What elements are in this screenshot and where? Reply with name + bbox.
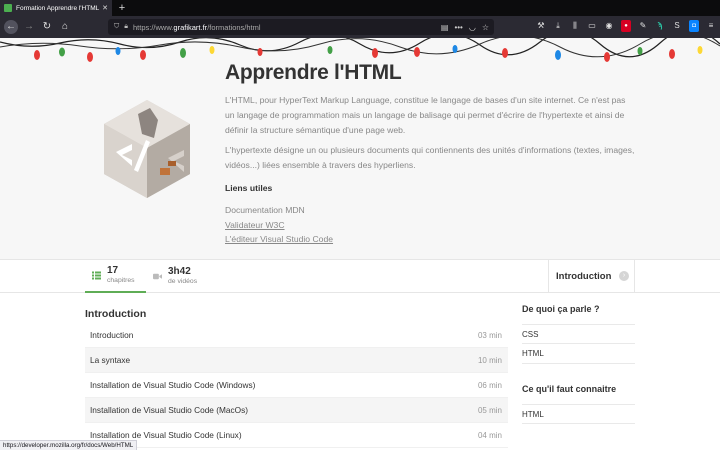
chapter-duration: 04 min bbox=[477, 430, 502, 440]
grafikart-favicon-icon bbox=[4, 4, 12, 12]
link-mdn-documentation[interactable]: Documentation MDN bbox=[225, 205, 305, 215]
list-item[interactable]: Installation de Visual Studio Code (Wind… bbox=[85, 373, 508, 398]
sidebar-icon[interactable]: ▭ bbox=[587, 20, 597, 32]
toolbar-icons: ⚒ ⤓ ⫼ ▭ ◉ ● ✎ ϡ S ◘ ≡ bbox=[536, 20, 716, 32]
course-description-secondary: L'hypertexte désigne un ou plusieurs doc… bbox=[225, 145, 635, 170]
video-duration: 3h42 de vidéos bbox=[153, 260, 233, 293]
list-item[interactable]: La syntaxe 10 min bbox=[85, 348, 508, 373]
tools-icon[interactable]: ⚒ bbox=[536, 20, 546, 32]
page-title: Apprendre l'HTML bbox=[225, 61, 402, 84]
duration-value: 3h42 bbox=[168, 266, 191, 277]
account-icon[interactable]: ◉ bbox=[604, 20, 614, 32]
close-icon[interactable]: ✕ bbox=[102, 4, 108, 12]
tab-title: Formation Apprendre l'HTML | Gr bbox=[16, 4, 100, 12]
chapters-count: 17 bbox=[107, 265, 119, 276]
video-camera-icon bbox=[153, 273, 162, 280]
topics-panel: De quoi ça parle ? CSS HTML bbox=[522, 304, 635, 364]
list-item[interactable]: Installation de Visual Studio Code (Linu… bbox=[85, 423, 508, 448]
prerequisite-link-html[interactable]: HTML bbox=[522, 404, 635, 424]
list-item[interactable]: Introduction 03 min bbox=[85, 323, 508, 348]
tracking-shield-icon[interactable]: ⛉ bbox=[114, 23, 119, 31]
duration-label: de vidéos bbox=[168, 278, 198, 285]
url-bar[interactable]: ⛉ 🔒︎ https://www.grafikart.fr/formations… bbox=[108, 19, 494, 35]
tab-bar: Formation Apprendre l'HTML | Gr ✕ + bbox=[0, 0, 720, 16]
back-button[interactable]: ← bbox=[4, 20, 18, 34]
extension-blue-icon[interactable]: ◘ bbox=[689, 20, 699, 32]
link-status-bar: https://developer.mozilla.org/fr/docs/We… bbox=[0, 440, 138, 450]
reload-button[interactable]: ↻ bbox=[40, 20, 54, 34]
course-hero: Apprendre l'HTML L'HTML, pour HyperText … bbox=[0, 38, 720, 260]
eyedropper-icon[interactable]: ✎ bbox=[638, 20, 648, 32]
page-actions-button[interactable]: ••• bbox=[454, 23, 462, 32]
course-stats-bar: 17 chapitres 3h42 de vidéos Introduction… bbox=[0, 260, 720, 293]
topic-link-css[interactable]: CSS bbox=[522, 324, 635, 344]
prerequisites-panel: Ce qu'il faut connaitre HTML bbox=[522, 384, 635, 424]
topics-heading: De quoi ça parle ? bbox=[522, 304, 600, 314]
forward-button[interactable]: → bbox=[22, 20, 36, 34]
chapter-duration: 10 min bbox=[477, 355, 502, 365]
url-text: https://www.grafikart.fr/formations/html bbox=[132, 22, 261, 32]
html-course-illustration bbox=[104, 100, 190, 198]
start-chapter-button[interactable]: Introduction › bbox=[548, 260, 635, 293]
chapters-label: chapitres bbox=[107, 277, 135, 284]
list-item[interactable]: Installation de Visual Studio Code (MacO… bbox=[85, 398, 508, 423]
downloads-icon[interactable]: ⤓ bbox=[553, 20, 563, 32]
chapter-duration: 06 min bbox=[477, 380, 502, 390]
course-description: L'HTML, pour HyperText Markup Language, … bbox=[225, 95, 626, 135]
lock-icon[interactable]: 🔒︎ bbox=[124, 23, 128, 31]
chapter-list: Introduction 03 min La syntaxe 10 min In… bbox=[85, 323, 508, 448]
new-tab-button[interactable]: + bbox=[116, 1, 128, 15]
extension-s-icon[interactable]: S bbox=[672, 20, 682, 32]
useful-links-heading: Liens utiles bbox=[225, 183, 273, 193]
link-w3c-validator[interactable]: Validateur W3C bbox=[225, 220, 285, 230]
home-button[interactable]: ⌂ bbox=[58, 20, 72, 34]
topic-link-html[interactable]: HTML bbox=[522, 344, 635, 364]
pocket-icon[interactable]: ◡ bbox=[469, 23, 476, 32]
chapter-duration: 03 min bbox=[477, 330, 502, 340]
library-icon[interactable]: ⫼ bbox=[570, 20, 580, 32]
extension-red-icon[interactable]: ● bbox=[621, 20, 631, 32]
chevron-right-icon: › bbox=[619, 271, 629, 281]
chapter-title: Installation de Visual Studio Code (Wind… bbox=[90, 380, 256, 390]
chapter-title: Installation de Visual Studio Code (Linu… bbox=[90, 430, 242, 440]
list-icon bbox=[92, 271, 101, 280]
chapter-title: Introduction bbox=[90, 330, 134, 340]
chapter-duration: 05 min bbox=[477, 405, 502, 415]
start-chapter-label: Introduction bbox=[556, 271, 612, 282]
chapter-section-heading: Introduction bbox=[85, 308, 147, 320]
link-vscode-editor[interactable]: L'éditeur Visual Studio Code bbox=[225, 234, 333, 244]
extension-green-icon[interactable]: ϡ bbox=[655, 20, 665, 32]
chapter-title: La syntaxe bbox=[90, 355, 131, 365]
navigation-bar: ← → ↻ ⌂ ⛉ 🔒︎ https://www.grafikart.fr/fo… bbox=[0, 16, 720, 38]
browser-tab[interactable]: Formation Apprendre l'HTML | Gr ✕ bbox=[0, 0, 112, 16]
prerequisites-heading: Ce qu'il faut connaitre bbox=[522, 384, 617, 394]
chapter-title: Installation de Visual Studio Code (MacO… bbox=[90, 405, 249, 415]
chapters-tab[interactable]: 17 chapitres bbox=[85, 260, 146, 293]
menu-icon[interactable]: ≡ bbox=[706, 20, 716, 32]
reader-view-icon[interactable]: ▤ bbox=[441, 23, 449, 32]
bookmark-star-icon[interactable]: ☆ bbox=[482, 23, 489, 32]
